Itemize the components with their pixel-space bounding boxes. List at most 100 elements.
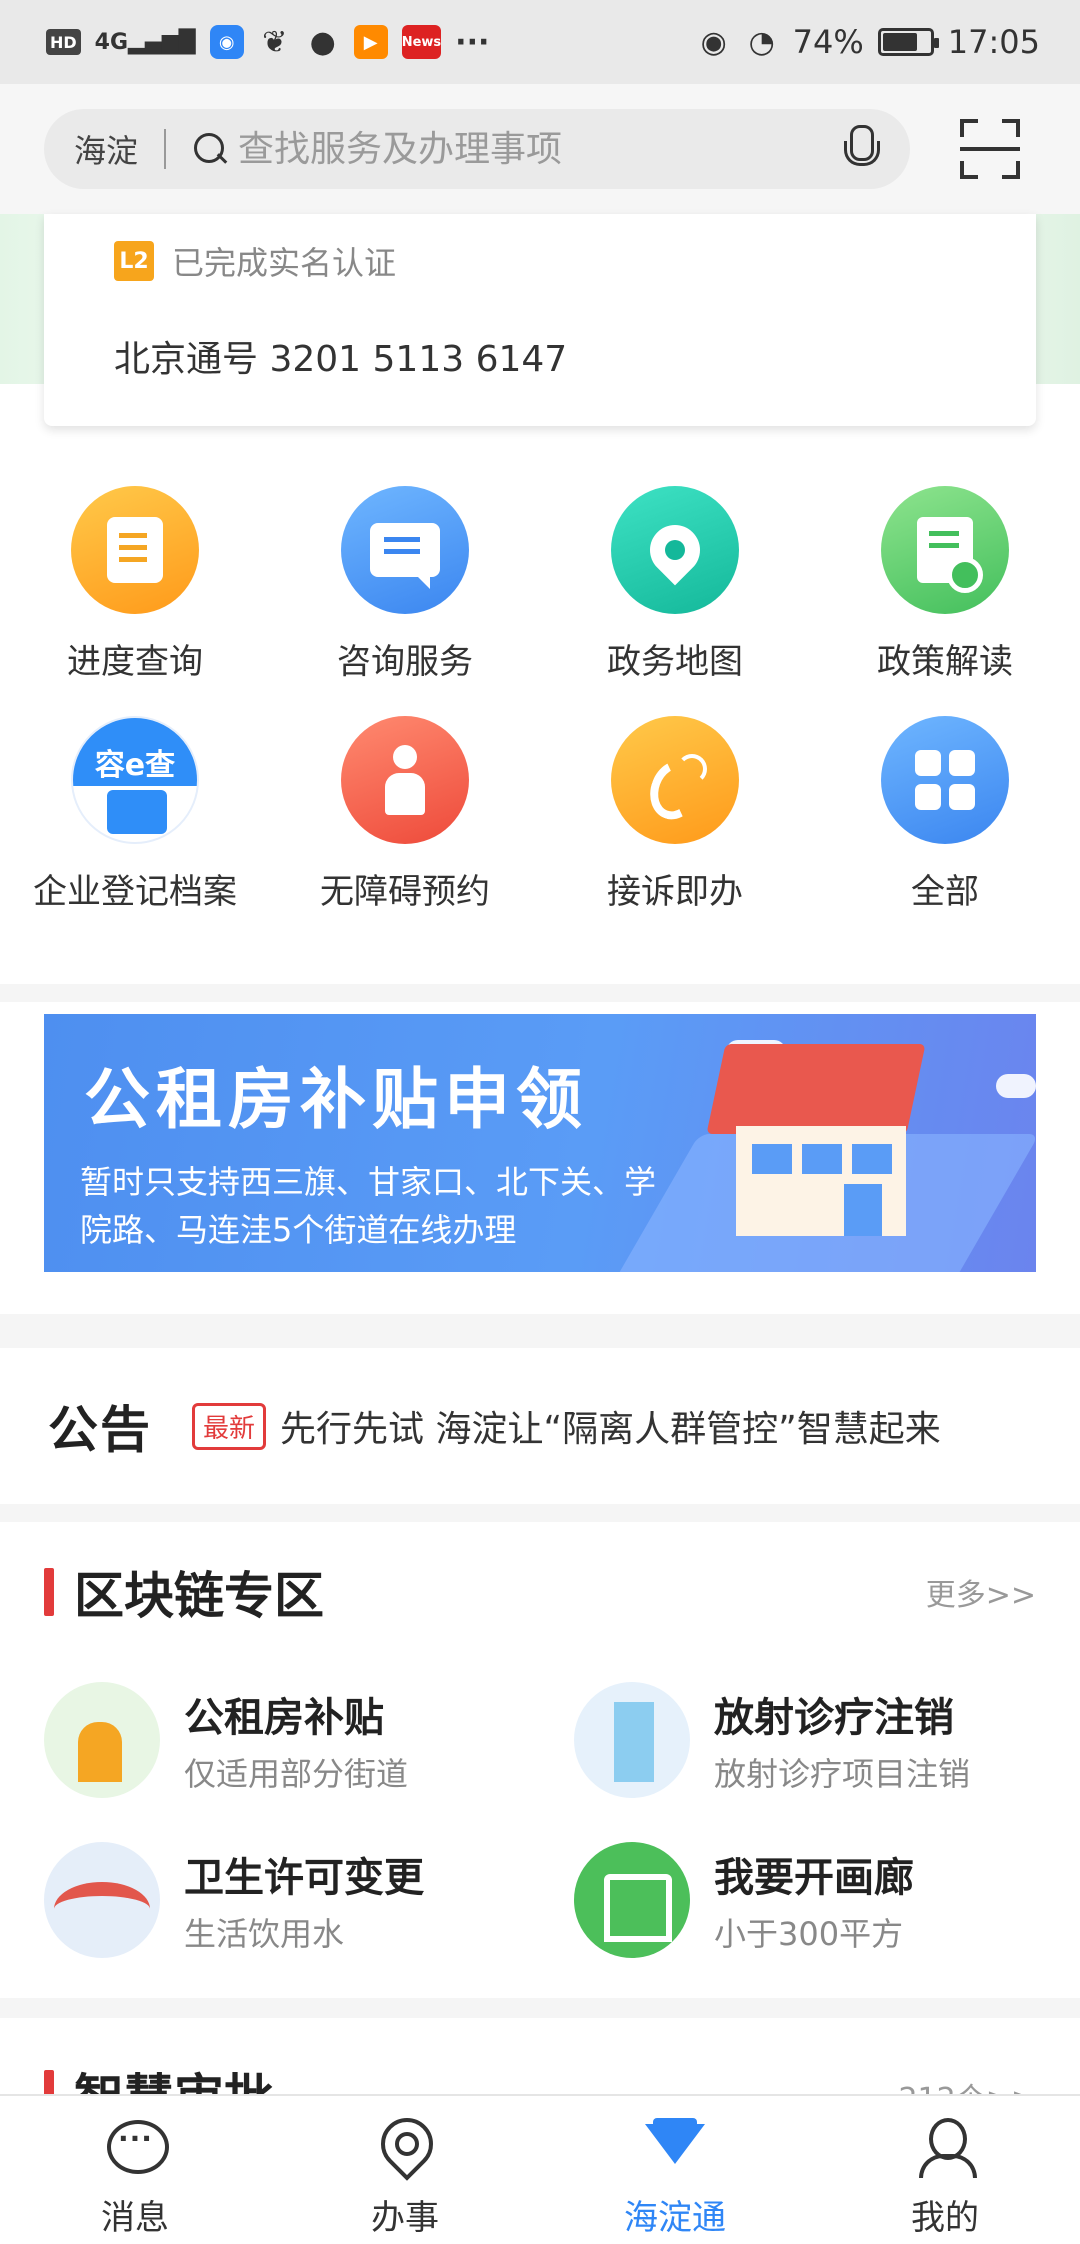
service-progress-query[interactable]: 进度查询: [0, 486, 270, 686]
zone-item-rent-subsidy[interactable]: 公租房补贴 仅适用部分街道: [44, 1682, 574, 1798]
service-icon: [375, 2116, 435, 2176]
service-policy[interactable]: 政策解读: [810, 486, 1080, 686]
cert-row: L2 已完成实名认证: [114, 238, 966, 284]
zone-items: 公租房补贴 仅适用部分街道 放射诊疗注销 放射诊疗项目注销 卫生许可变更 生活饮…: [44, 1682, 1036, 1958]
promo-banner[interactable]: 公租房补贴申领 暂时只支持西三旗、甘家口、北下关、学院路、马连洼5个街道在线办理: [44, 1014, 1036, 1272]
eye-icon: ◉: [700, 24, 727, 60]
item-title: 我要开画廊: [714, 1855, 914, 1901]
zone-item-radiation[interactable]: 放射诊疗注销 放射诊疗项目注销: [574, 1682, 1036, 1798]
item-title: 放射诊疗注销: [714, 1695, 954, 1741]
video-icon: ▶: [353, 25, 388, 59]
rongecha-icon: 容e查: [71, 716, 199, 844]
service-label: 进度查询: [67, 642, 203, 682]
service-label: 咨询服务: [337, 642, 473, 682]
service-label: 接诉即办: [607, 872, 743, 912]
message-icon: [105, 2116, 169, 2176]
app-icon: ◉: [209, 25, 244, 59]
service-complaint[interactable]: 接诉即办: [540, 716, 810, 916]
hd-icon: HD: [46, 29, 81, 55]
consult-icon: [341, 486, 469, 614]
tab-haidiantong[interactable]: 海淀通: [540, 2096, 810, 2244]
service-label: 企业登记档案: [33, 872, 237, 912]
notice-bar[interactable]: 公告 最新 先行先试 海淀让“隔离人群管控”智慧起来: [0, 1348, 1080, 1504]
progress-query-icon: [71, 486, 199, 614]
house-illustration: [706, 1044, 926, 1244]
search-input[interactable]: [238, 128, 840, 170]
tab-profile[interactable]: 我的: [810, 2096, 1080, 2244]
section-title: 区块链专区: [44, 1556, 324, 1628]
bridge-icon: [44, 1842, 160, 1958]
item-title: 公租房补贴: [184, 1695, 384, 1741]
news-icon: News: [401, 25, 442, 59]
search-header: 海淀: [0, 84, 1080, 214]
speed-icon: ◔: [748, 24, 775, 60]
phone-icon: [611, 716, 739, 844]
zone-item-health-permit[interactable]: 卫生许可变更 生活饮用水: [44, 1842, 574, 1958]
service-grid: 进度查询 咨询服务 政务地图 政策解读 容e查 企业登记档案 无障碍预约 接诉即…: [0, 486, 1080, 916]
grid-icon: [881, 716, 1009, 844]
item-title: 卫生许可变更: [184, 1855, 424, 1901]
item-subtitle: 放射诊疗项目注销: [714, 1755, 971, 1793]
district-selector[interactable]: 海淀: [74, 126, 138, 172]
presenter-icon: [44, 1682, 160, 1798]
banner-title: 公租房补贴申领: [84, 1061, 588, 1138]
service-accessibility[interactable]: 无障碍预约: [270, 716, 540, 916]
service-label: 政策解读: [877, 642, 1013, 682]
status-right: ◉ ◔ 74% 17:05: [697, 23, 1040, 61]
item-subtitle: 小于300平方: [714, 1915, 904, 1953]
banner-subtitle: 暂时只支持西三旗、甘家口、北下关、学院路、马连洼5个街道在线办理: [80, 1163, 657, 1249]
diamond-icon: [645, 2116, 705, 2176]
microphone-icon[interactable]: [840, 123, 880, 175]
chat-icon: ●: [309, 24, 336, 60]
tab-label: 海淀通: [624, 2198, 726, 2238]
id-number: 北京通号 3201 5113 6147: [114, 339, 568, 380]
wechat-icon: ❦: [262, 24, 288, 60]
accessibility-icon: [341, 716, 469, 844]
clock: 17:05: [947, 23, 1040, 61]
policy-doc-icon: [881, 486, 1009, 614]
service-gov-map[interactable]: 政务地图: [540, 486, 810, 686]
gallery-icon: [574, 1842, 690, 1958]
l2-badge: L2: [114, 241, 154, 281]
notice-text[interactable]: 先行先试 海淀让“隔离人群管控”智慧起来: [280, 1400, 941, 1452]
blockchain-zone: 区块链专区 更多>> 公租房补贴 仅适用部分街道 放射诊疗注销 放射诊疗项目注销…: [0, 1522, 1080, 1998]
map-pin-icon: [611, 486, 739, 614]
service-all[interactable]: 全部: [810, 716, 1080, 916]
tab-services[interactable]: 办事: [270, 2096, 540, 2244]
more-link[interactable]: 更多>>: [926, 1570, 1036, 1614]
item-subtitle: 生活饮用水: [184, 1915, 345, 1953]
search-icon: [190, 129, 230, 169]
section-header: 区块链专区 更多>>: [44, 1556, 1036, 1628]
profile-icon: [915, 2116, 977, 2178]
battery-fill: [882, 33, 917, 51]
id-card[interactable]: L2 已完成实名认证 北京通号 3201 5113 6147: [44, 214, 1036, 426]
more-icon: ···: [455, 24, 490, 60]
cert-status: 已完成实名认证: [172, 244, 397, 282]
tab-label: 办事: [371, 2198, 439, 2238]
notice-logo: 公告: [48, 1401, 152, 1459]
bottom-nav: 消息 办事 海淀通 我的: [0, 2094, 1080, 2244]
service-label: 无障碍预约: [320, 872, 490, 912]
service-label: 政务地图: [607, 642, 743, 682]
search-box[interactable]: 海淀: [44, 109, 910, 189]
status-left: HD 4G▂▄▆█ ◉ ❦ ● ▶ News ···: [46, 24, 490, 60]
battery-percent: 74%: [792, 23, 864, 61]
divider: [164, 129, 167, 169]
zone-item-gallery[interactable]: 我要开画廊 小于300平方: [574, 1842, 1036, 1958]
cloud-icon: [996, 1074, 1036, 1098]
battery-icon: [877, 28, 939, 56]
signal-4g-icon: 4G▂▄▆█: [94, 29, 196, 55]
banner-section: 公租房补贴申领 暂时只支持西三旗、甘家口、北下关、学院路、马连洼5个街道在线办理: [0, 984, 1080, 1314]
new-badge: 最新: [192, 1402, 267, 1450]
building-icon: [574, 1682, 690, 1798]
tab-messages[interactable]: 消息: [0, 2096, 270, 2244]
home-top-area: L2 已完成实名认证 北京通号 3201 5113 6147 进度查询 咨询服务…: [0, 214, 1080, 984]
scan-icon[interactable]: [960, 119, 1020, 179]
tab-label: 消息: [101, 2198, 169, 2238]
service-consult[interactable]: 咨询服务: [270, 486, 540, 686]
status-bar: HD 4G▂▄▆█ ◉ ❦ ● ▶ News ··· ◉ ◔ 74% 17:05: [0, 0, 1080, 84]
service-enterprise-archive[interactable]: 容e查 企业登记档案: [0, 716, 270, 916]
tab-label: 我的: [911, 2198, 979, 2238]
service-label: 全部: [911, 872, 979, 912]
item-subtitle: 仅适用部分街道: [184, 1755, 409, 1793]
